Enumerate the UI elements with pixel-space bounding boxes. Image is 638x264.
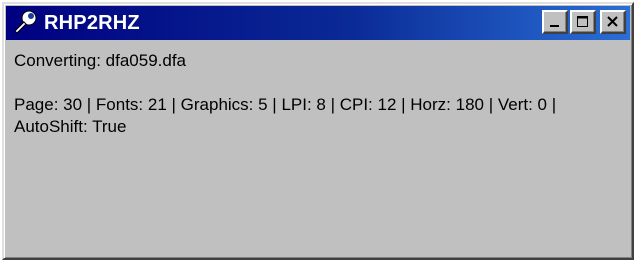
content-area: Converting: dfa059.dfa Page: 30 | Fonts:… [14,50,622,138]
maximize-icon [577,16,588,27]
conversion-details: Page: 30 | Fonts: 21 | Graphics: 5 | LPI… [14,95,557,136]
title-buttons [542,10,626,34]
wrench-icon[interactable] [10,8,40,38]
window-title: RHP2RHZ [44,11,140,34]
minimize-icon [550,25,559,27]
app-window: RHP2RHZ Converting: dfa059.dfa Page: 30 … [2,2,634,260]
close-button[interactable] [600,10,626,34]
minimize-button[interactable] [542,10,568,34]
converting-status: Converting: dfa059.dfa [14,51,187,70]
maximize-button[interactable] [570,10,596,34]
close-icon [607,16,618,27]
title-bar[interactable]: RHP2RHZ [6,6,630,40]
